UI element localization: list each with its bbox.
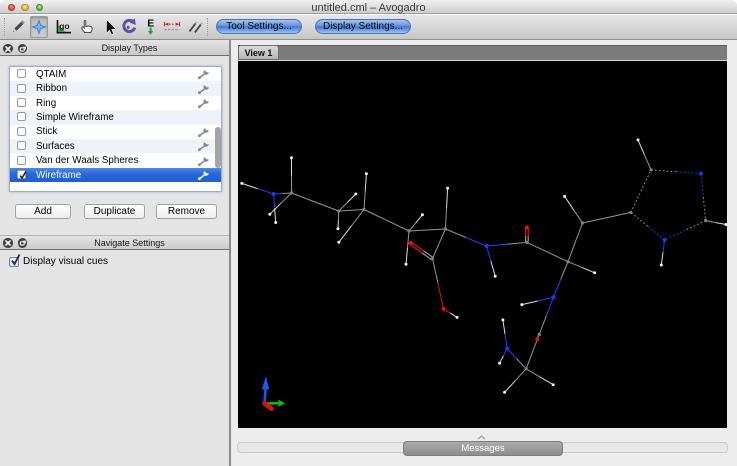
- svg-text:go: go: [59, 21, 69, 31]
